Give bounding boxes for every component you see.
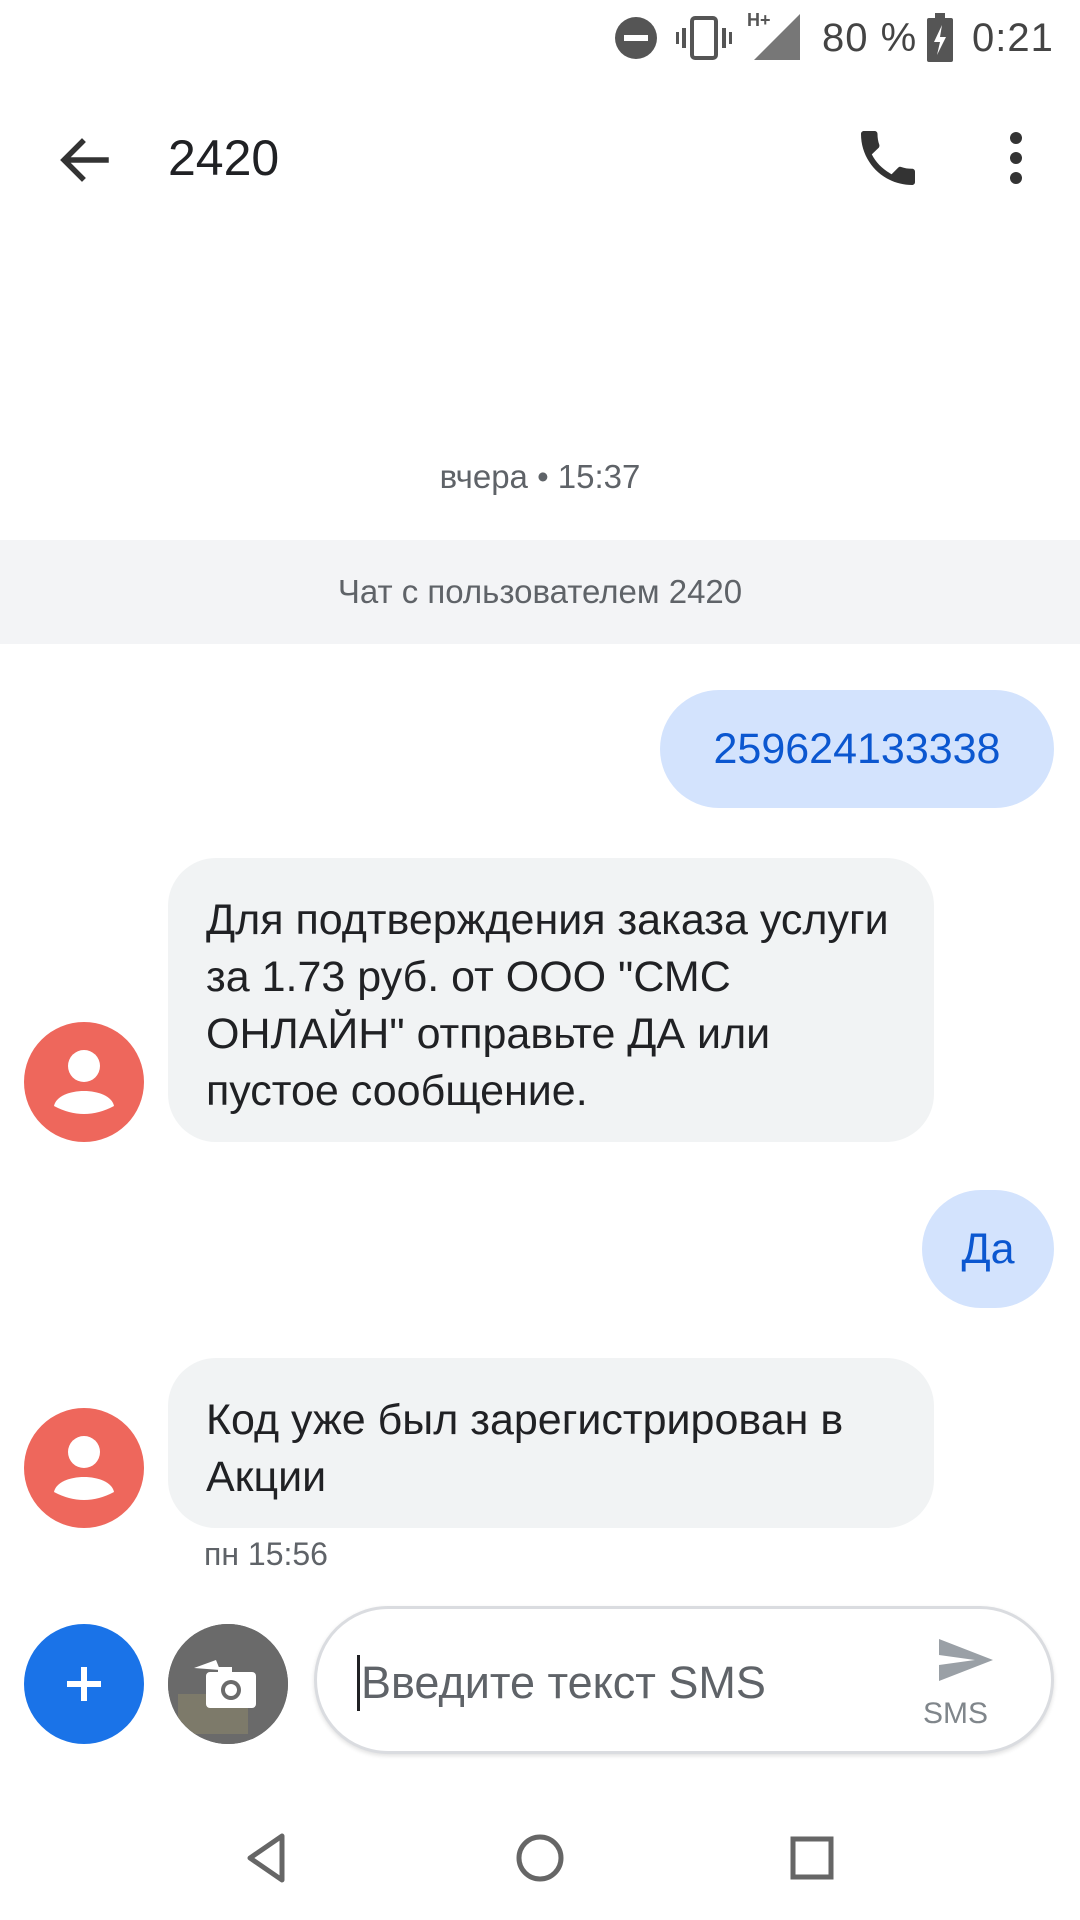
contact-avatar[interactable] bbox=[24, 1022, 144, 1142]
send-button[interactable] bbox=[935, 1635, 995, 1685]
more-vert-icon bbox=[1010, 132, 1022, 184]
message-timestamp: пн 15:56 bbox=[204, 1536, 328, 1572]
home-circle-icon bbox=[516, 1834, 564, 1882]
back-arrow-icon bbox=[60, 138, 109, 182]
vibrate-icon bbox=[676, 10, 732, 66]
call-button[interactable] bbox=[852, 122, 924, 194]
do-not-disturb-icon bbox=[612, 10, 660, 66]
recents-square-icon bbox=[790, 1836, 834, 1880]
chat-banner-label: Чат с пользователем 2420 bbox=[337, 573, 743, 610]
phone-icon bbox=[861, 131, 915, 185]
camera-icon bbox=[168, 1624, 288, 1744]
send-icon bbox=[939, 1639, 993, 1681]
incoming-message[interactable]: Код уже был зарегистрирован в Акции bbox=[168, 1358, 934, 1528]
network-type-label: H+ bbox=[747, 10, 771, 30]
navigation-bar bbox=[0, 1800, 1080, 1920]
back-triangle-icon bbox=[247, 1833, 285, 1883]
more-options-button[interactable] bbox=[988, 122, 1044, 194]
nav-home-button[interactable] bbox=[508, 1826, 572, 1890]
person-icon bbox=[54, 1050, 114, 1114]
app-bar: 2420 bbox=[0, 90, 1080, 220]
text-cursor bbox=[357, 1655, 360, 1711]
add-attachment-button[interactable] bbox=[24, 1624, 144, 1744]
send-type-label: SMS bbox=[923, 1697, 989, 1730]
battery-charging-icon bbox=[926, 10, 954, 66]
message-input[interactable]: Введите текст SMS SMS bbox=[314, 1606, 1054, 1754]
battery-percent: 80 % bbox=[822, 15, 918, 60]
plus-icon bbox=[67, 1667, 101, 1701]
messages-screen: H+ 80 % 0:21 2420 вчера • 15:37 Чат с по… bbox=[0, 0, 1080, 1920]
back-button[interactable] bbox=[48, 124, 120, 196]
nav-back-button[interactable] bbox=[236, 1826, 300, 1890]
nav-recents-button[interactable] bbox=[780, 1826, 844, 1890]
status-bar: H+ 80 % 0:21 bbox=[0, 0, 1080, 75]
outgoing-message[interactable]: Да bbox=[922, 1190, 1054, 1308]
contact-avatar[interactable] bbox=[24, 1408, 144, 1528]
signal-icon: H+ bbox=[746, 6, 802, 62]
conversation-date: вчера • 15:37 bbox=[439, 458, 641, 495]
contact-title: 2420 bbox=[168, 130, 280, 186]
incoming-message[interactable]: Для подтверждения заказа услуги за 1.73 … bbox=[168, 858, 934, 1142]
clock: 0:21 bbox=[972, 15, 1054, 60]
chat-info-banner: Чат с пользователем 2420 bbox=[0, 540, 1080, 644]
outgoing-message[interactable]: 259624133338 bbox=[660, 690, 1054, 808]
message-input-placeholder: Введите текст SMS bbox=[361, 1657, 766, 1708]
person-icon bbox=[54, 1436, 114, 1500]
camera-button[interactable] bbox=[168, 1624, 288, 1744]
